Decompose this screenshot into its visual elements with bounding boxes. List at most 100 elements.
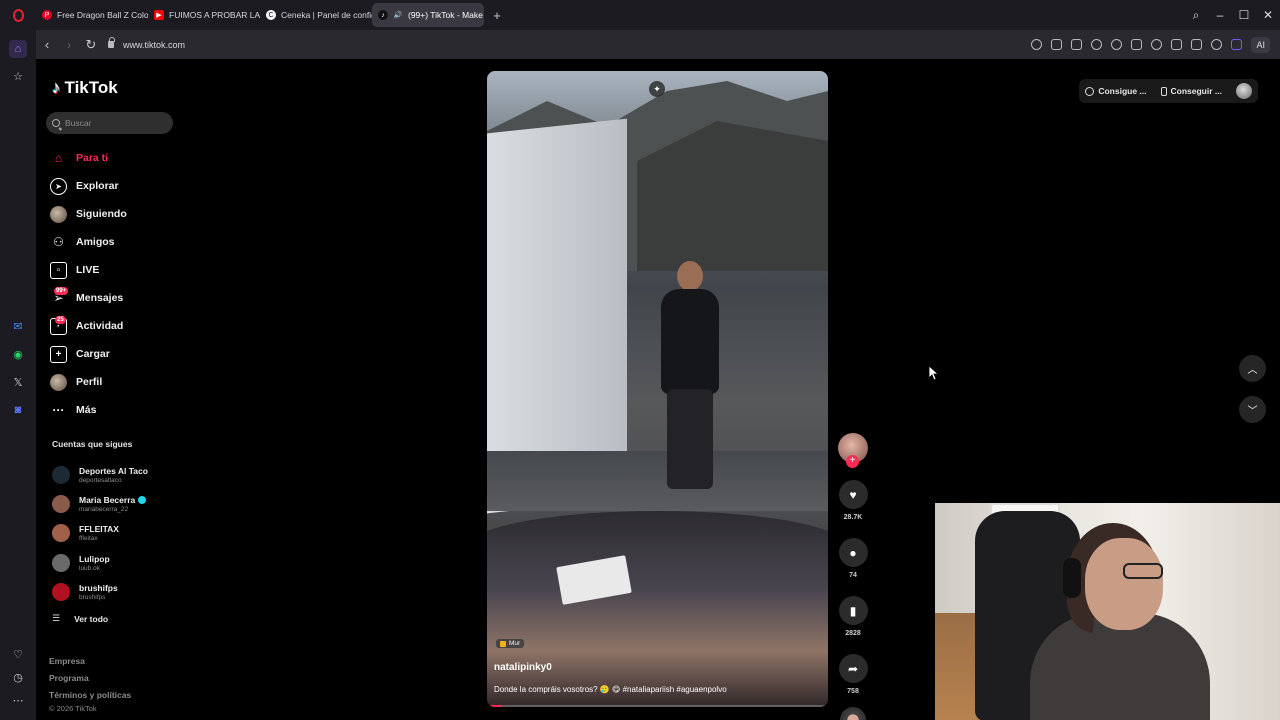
search-icon bbox=[52, 119, 60, 127]
more-sidebar-icon[interactable]: ⋯ bbox=[9, 691, 27, 709]
url-field[interactable]: www.tiktok.com bbox=[108, 37, 185, 50]
browser-tab-active[interactable]: ♪ 🔊 (99+) TikTok - Make Yo bbox=[372, 3, 484, 27]
save-count: 2828 bbox=[845, 630, 861, 637]
comment-icon: ● bbox=[838, 538, 868, 567]
ai-sparkle-icon[interactable]: ✦ bbox=[649, 81, 665, 97]
save-button[interactable]: ▮ 2828 bbox=[836, 596, 870, 637]
camera-icon[interactable] bbox=[1071, 39, 1083, 50]
following-account[interactable]: Deportes Al Taco deportesaltaco bbox=[52, 460, 182, 489]
download-icon[interactable] bbox=[1171, 39, 1183, 50]
history-icon[interactable]: ◷ bbox=[9, 668, 27, 686]
creator-avatar[interactable]: + bbox=[838, 433, 868, 468]
music-disc-icon[interactable] bbox=[840, 707, 866, 720]
get-coins-label: Consigue ... bbox=[1098, 86, 1147, 96]
car-dashboard bbox=[487, 511, 828, 707]
nav-item-live[interactable]: ▫ LIVE bbox=[50, 256, 180, 284]
close-icon[interactable]: ✕ bbox=[1256, 8, 1280, 22]
share-button[interactable]: ➦ 758 bbox=[836, 654, 870, 695]
follow-plus-icon[interactable]: + bbox=[846, 455, 859, 468]
comment-button[interactable]: ● 74 bbox=[836, 538, 870, 579]
ai-button[interactable]: AI bbox=[1251, 36, 1270, 53]
tab-title: (99+) TikTok - Make Yo bbox=[408, 10, 484, 20]
whatsapp-icon[interactable]: ◉ bbox=[9, 345, 27, 363]
user-avatar[interactable] bbox=[1236, 83, 1252, 99]
avatar bbox=[52, 553, 70, 572]
following-avatar-icon bbox=[50, 205, 67, 223]
tab-search-icon[interactable]: ⌕ bbox=[1184, 8, 1208, 23]
opera-logo-icon[interactable] bbox=[0, 0, 36, 30]
new-tab-icon[interactable]: + bbox=[488, 6, 506, 24]
nav-item-mensajes[interactable]: ➢ 99+ Mensajes bbox=[50, 284, 180, 312]
discord-icon[interactable]: ◙ bbox=[9, 401, 27, 419]
speaker-icon[interactable]: 🔊 bbox=[393, 10, 403, 20]
see-all-link[interactable]: ☰ Ver todo bbox=[52, 613, 108, 624]
get-app-label: Conseguir ... bbox=[1170, 86, 1222, 96]
video-progress[interactable] bbox=[487, 705, 828, 707]
video-tag[interactable]: Mur bbox=[496, 639, 525, 648]
extension-icon[interactable] bbox=[1111, 39, 1123, 50]
following-section-title: Cuentas que sigues bbox=[52, 439, 133, 449]
profile-avatar-icon bbox=[50, 373, 67, 391]
nav-label: Más bbox=[76, 404, 97, 416]
cube-icon[interactable] bbox=[1231, 39, 1243, 50]
nav-item-perfil[interactable]: Perfil bbox=[50, 368, 180, 396]
following-account[interactable]: brushifps brushifps bbox=[52, 577, 182, 606]
nav-label: Mensajes bbox=[76, 292, 124, 304]
maximize-icon[interactable]: ☐ bbox=[1232, 8, 1256, 22]
play-icon[interactable] bbox=[1131, 39, 1143, 50]
previous-video-button[interactable]: ︿ bbox=[1239, 355, 1266, 382]
like-button[interactable]: ♥ 28.7K bbox=[836, 480, 870, 521]
browser-tab-bar: P Free Dragon Ball Z Colorin ▶ FUIMOS A … bbox=[0, 0, 1280, 30]
browser-tab-2[interactable]: C Ceneka | Panel de configu bbox=[260, 3, 372, 27]
heart-sidebar-icon[interactable]: ♡ bbox=[9, 645, 27, 663]
search-box[interactable] bbox=[46, 112, 173, 134]
nav-item-siguiendo[interactable]: Siguiendo bbox=[50, 200, 180, 228]
action-bar: + ♥ 28.7K ● 74 ▮ 2828 ➦ 758 bbox=[836, 433, 870, 720]
tiktok-logo[interactable]: ♪ TikTok bbox=[52, 78, 118, 98]
video-caption: Donde la compráis vosotros? 🥲 😋 #natalia… bbox=[494, 685, 727, 694]
account-handle: brushifps bbox=[79, 593, 106, 601]
ceneka-favicon-icon: C bbox=[266, 10, 276, 20]
following-account[interactable]: Lulipop luub.ok bbox=[52, 548, 182, 577]
menu-icon[interactable] bbox=[1191, 39, 1203, 50]
reload-icon[interactable]: ↻ bbox=[80, 37, 102, 53]
footer-link-empresa[interactable]: Empresa bbox=[49, 653, 131, 670]
person bbox=[647, 261, 727, 491]
account-name: Maria Becerra bbox=[79, 494, 136, 505]
forward-icon[interactable]: › bbox=[58, 37, 80, 52]
get-app-button[interactable]: Conseguir ... bbox=[1160, 86, 1222, 96]
chevron-up-icon: ︿ bbox=[1247, 365, 1258, 376]
footer-link-programa[interactable]: Programa bbox=[49, 670, 131, 687]
nav-item-cargar[interactable]: + Cargar bbox=[50, 340, 180, 368]
nav-item-mas[interactable]: ··· Más bbox=[50, 396, 180, 424]
nav-label: Siguiendo bbox=[76, 208, 127, 220]
messenger-icon[interactable]: ✉ bbox=[9, 317, 27, 335]
video-player[interactable]: ✦ Mur natalipinky0 Donde la compráis vos… bbox=[487, 71, 828, 707]
tiktok-note-icon: ♪ bbox=[52, 78, 61, 97]
get-coins-button[interactable]: Consigue ... bbox=[1085, 86, 1147, 96]
nav-item-para-ti[interactable]: ⌂ Para ti bbox=[50, 144, 180, 172]
profile-icon[interactable] bbox=[1211, 39, 1223, 50]
nav-item-actividad[interactable]: · 25 Actividad bbox=[50, 312, 180, 340]
lens-icon[interactable] bbox=[1031, 39, 1043, 50]
following-account[interactable]: FFLEITAX ffleitax bbox=[52, 519, 182, 548]
browser-tab-1[interactable]: ▶ FUIMOS A PROBAR LA MI bbox=[148, 3, 260, 27]
tab-title: Free Dragon Ball Z Colorin bbox=[57, 10, 148, 20]
nav-item-explorar[interactable]: ➤ Explorar bbox=[50, 172, 180, 200]
nav-item-amigos[interactable]: ⚇ Amigos bbox=[50, 228, 180, 256]
following-account[interactable]: Maria Becerra mariabecerra_22 bbox=[52, 489, 182, 518]
back-icon[interactable]: ‹ bbox=[36, 37, 58, 52]
star-icon[interactable]: ☆ bbox=[9, 67, 27, 85]
heart-icon[interactable] bbox=[1151, 39, 1163, 50]
browser-tab-0[interactable]: P Free Dragon Ball Z Colorin bbox=[36, 3, 148, 27]
video-author[interactable]: natalipinky0 bbox=[494, 662, 552, 673]
minimize-icon[interactable]: – bbox=[1208, 8, 1232, 22]
account-name: brushifps bbox=[79, 582, 118, 593]
home-icon[interactable]: ⌂ bbox=[9, 40, 27, 58]
next-video-button[interactable]: ﹀ bbox=[1239, 396, 1266, 423]
vpn-icon[interactable] bbox=[1091, 39, 1103, 50]
x-twitter-icon[interactable]: 𝕏 bbox=[9, 373, 27, 391]
search-input[interactable] bbox=[65, 118, 165, 128]
footer-link-terminos[interactable]: Términos y políticas bbox=[49, 687, 131, 704]
edit-icon[interactable] bbox=[1051, 39, 1063, 50]
